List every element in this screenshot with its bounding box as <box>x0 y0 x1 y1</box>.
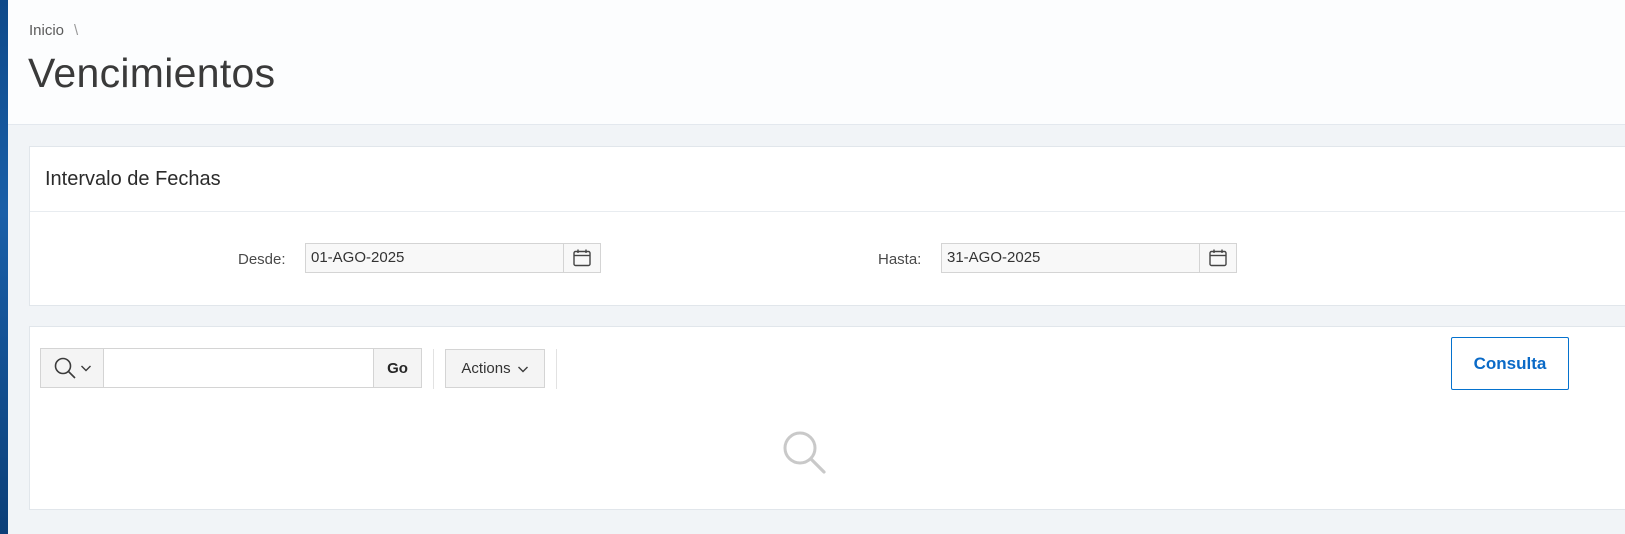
calendar-icon[interactable] <box>563 244 600 272</box>
chevron-down-icon <box>80 365 91 372</box>
chevron-down-icon <box>517 366 528 372</box>
from-date-label: Desde: <box>238 251 286 268</box>
to-date-label: Hasta: <box>878 251 922 268</box>
report-region: Go Actions Consulta <box>29 326 1625 510</box>
consulta-button[interactable]: Consulta <box>1451 337 1569 390</box>
search-icon <box>781 429 827 480</box>
page-header: Inicio \ Vencimientos <box>8 0 1625 125</box>
search-input[interactable] <box>104 349 373 387</box>
toolbar-divider <box>556 349 557 389</box>
region-title: Intervalo de Fechas <box>45 168 221 190</box>
breadcrumb-home-link[interactable]: Inicio <box>29 22 64 39</box>
to-date-value[interactable]: 31-AGO-2025 <box>942 243 1199 273</box>
breadcrumb-separator: \ <box>74 22 79 39</box>
breadcrumb: Inicio \ <box>29 22 78 39</box>
from-date-value[interactable]: 01-AGO-2025 <box>306 243 563 273</box>
to-date-field[interactable]: 31-AGO-2025 <box>941 243 1237 273</box>
region-header: Intervalo de Fechas <box>30 147 1625 212</box>
date-range-region: Intervalo de Fechas Desde: 01-AGO-2025 H… <box>29 146 1625 306</box>
search-icon <box>54 357 76 379</box>
page-title: Vencimientos <box>28 50 276 96</box>
go-button[interactable]: Go <box>373 349 421 387</box>
actions-label: Actions <box>461 360 511 377</box>
desktop-edge <box>0 0 8 534</box>
actions-menu-button[interactable]: Actions <box>445 349 545 388</box>
search-column-selector[interactable] <box>41 349 104 387</box>
toolbar-divider <box>433 349 434 389</box>
calendar-icon[interactable] <box>1199 244 1236 272</box>
from-date-field[interactable]: 01-AGO-2025 <box>305 243 601 273</box>
report-search-bar: Go <box>40 348 422 388</box>
